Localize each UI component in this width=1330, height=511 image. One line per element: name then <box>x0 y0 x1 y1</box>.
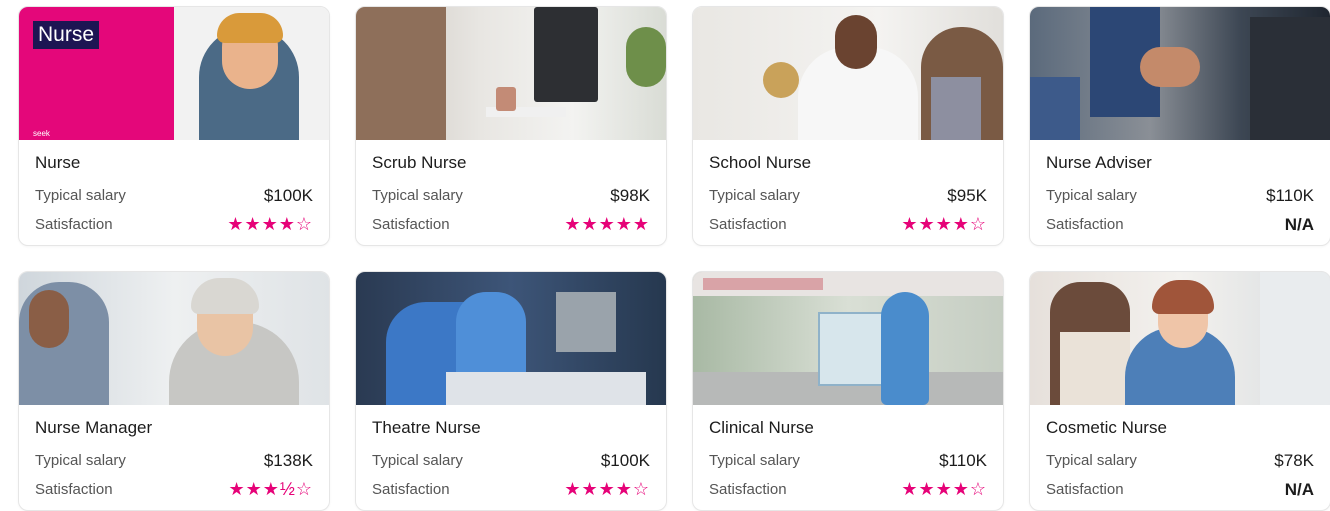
salary-label: Typical salary <box>1046 452 1137 469</box>
card-title[interactable]: Clinical Nurse <box>709 418 987 438</box>
salary-value: $138K <box>263 450 313 470</box>
salary-value: $78K <box>1274 450 1314 470</box>
salary-label: Typical salary <box>1046 187 1137 204</box>
satisfaction-label: Satisfaction <box>709 216 787 233</box>
card-title[interactable]: Cosmetic Nurse <box>1046 418 1314 438</box>
career-card-cosmetic-nurse[interactable]: Cosmetic Nurse Typical salary $78K Satisf… <box>1029 271 1330 511</box>
career-card-nurse-manager[interactable]: Nurse Manager Typical salary $138K Satisf… <box>18 271 330 511</box>
rating-na: N/A <box>1284 479 1314 499</box>
salary-label: Typical salary <box>372 452 463 469</box>
seek-logo: seek <box>33 129 50 138</box>
career-card-theatre-nurse[interactable]: Theatre Nurse Typical salary $100K Satisf… <box>355 271 667 511</box>
salary-label: Typical salary <box>372 187 463 204</box>
nurse-badge: Nurse <box>33 21 100 49</box>
nurse-manager-photo <box>19 272 329 405</box>
career-card-clinical-nurse[interactable]: Clinical Nurse Typical salary $110K Satis… <box>692 271 1004 511</box>
star-rating: ★★★★☆ <box>901 214 987 234</box>
salary-value: $100K <box>263 185 313 205</box>
salary-label: Typical salary <box>709 187 800 204</box>
career-card-nurse[interactable]: Nurse seek Nurse Typical salary $100K Sat… <box>18 6 330 246</box>
salary-label: Typical salary <box>35 187 126 204</box>
star-rating: ★★★★☆ <box>901 479 987 499</box>
card-title[interactable]: Nurse Manager <box>35 418 313 438</box>
rating-na: N/A <box>1284 214 1314 234</box>
nurse-photo: Nurse seek <box>19 7 329 140</box>
card-title[interactable]: Nurse <box>35 153 313 173</box>
salary-value: $100K <box>600 450 650 470</box>
career-card-school-nurse[interactable]: School Nurse Typical salary $95K Satisfac… <box>692 6 1004 246</box>
satisfaction-label: Satisfaction <box>372 481 450 498</box>
card-title[interactable]: Nurse Adviser <box>1046 153 1314 173</box>
star-rating: ★★★★☆ <box>564 479 650 499</box>
star-rating: ★★★★☆ <box>227 214 313 234</box>
star-rating: ★★★½☆ <box>228 479 313 499</box>
star-rating: ★★★★★ <box>564 214 650 234</box>
salary-value: $110K <box>1266 185 1314 205</box>
satisfaction-label: Satisfaction <box>372 216 450 233</box>
satisfaction-label: Satisfaction <box>35 481 113 498</box>
salary-label: Typical salary <box>709 452 800 469</box>
cosmetic-nurse-photo <box>1030 272 1330 405</box>
scrub-nurse-photo <box>356 7 666 140</box>
career-card-scrub-nurse[interactable]: Scrub Nurse Typical salary $98K Satisfact… <box>355 6 667 246</box>
satisfaction-label: Satisfaction <box>35 216 113 233</box>
salary-value: $98K <box>610 185 650 205</box>
card-title[interactable]: Scrub Nurse <box>372 153 650 173</box>
nurse-adviser-photo <box>1030 7 1330 140</box>
theatre-nurse-photo <box>356 272 666 405</box>
salary-value: $95K <box>947 185 987 205</box>
school-nurse-photo <box>693 7 1003 140</box>
satisfaction-label: Satisfaction <box>1046 216 1124 233</box>
clinical-nurse-photo <box>693 272 1003 405</box>
career-card-nurse-adviser[interactable]: Nurse Adviser Typical salary $110K Satisf… <box>1029 6 1330 246</box>
salary-value: $110K <box>939 450 987 470</box>
salary-label: Typical salary <box>35 452 126 469</box>
satisfaction-label: Satisfaction <box>709 481 787 498</box>
card-title[interactable]: Theatre Nurse <box>372 418 650 438</box>
card-title[interactable]: School Nurse <box>709 153 987 173</box>
satisfaction-label: Satisfaction <box>1046 481 1124 498</box>
